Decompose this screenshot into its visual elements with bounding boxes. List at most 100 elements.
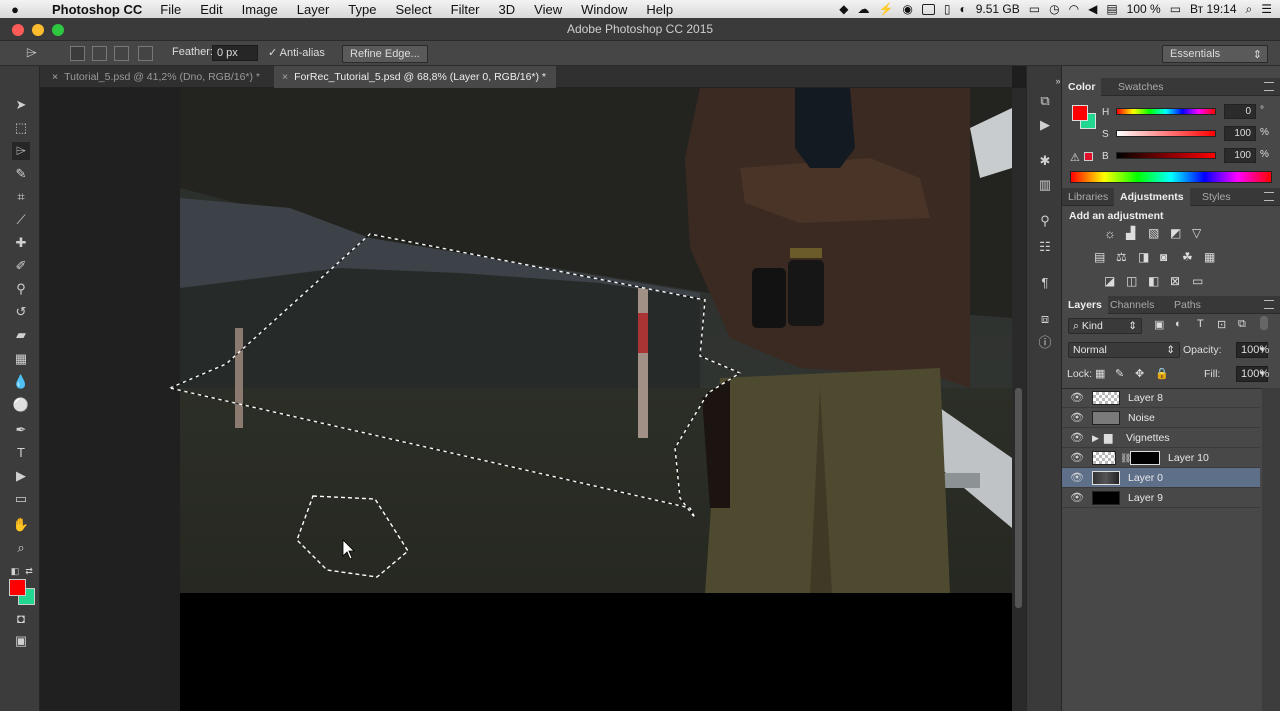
battery-icon[interactable]: ▭	[1170, 2, 1181, 16]
channel-mixer-icon[interactable]: ☘	[1182, 250, 1193, 264]
curves-icon[interactable]: ▧	[1148, 226, 1159, 240]
timemachine-icon[interactable]: ◷	[1049, 2, 1059, 16]
brush-presets-icon[interactable]: ✱	[1036, 152, 1054, 170]
dodge-tool-icon[interactable]: ⚪	[12, 396, 30, 414]
tab-channels[interactable]: Channels	[1104, 296, 1160, 314]
panel-menu-icon[interactable]	[1264, 192, 1274, 201]
layer-comps-icon[interactable]: ⧈	[1036, 310, 1054, 328]
gamut-warning-icon[interactable]: ⚠	[1070, 151, 1080, 164]
record-icon[interactable]: ◉	[902, 2, 912, 16]
type-tool-icon[interactable]: T	[12, 444, 30, 462]
hand-tool-icon[interactable]: ✋	[12, 516, 30, 534]
apple-menu-icon[interactable]: ●	[0, 2, 30, 17]
eraser-tool-icon[interactable]: ▰	[12, 326, 30, 344]
color-spectrum-ramp[interactable]	[1070, 171, 1272, 183]
selective-color-icon[interactable]: ⊠	[1170, 274, 1180, 288]
vibrance-icon[interactable]: ▽	[1192, 226, 1201, 240]
tab-document-2[interactable]: × ForRec_Tutorial_5.psd @ 68,8% (Layer 0,…	[274, 66, 556, 88]
lock-transparent-icon[interactable]: ▦	[1095, 367, 1105, 380]
opacity-chevron-icon[interactable]: ▾	[1260, 344, 1265, 355]
visibility-eye-icon[interactable]: 👁	[1070, 428, 1084, 448]
menu-filter[interactable]: Filter	[451, 2, 480, 17]
layer-row-noise[interactable]: 👁 Noise	[1062, 408, 1260, 428]
blur-tool-icon[interactable]: 💧	[12, 373, 30, 391]
levels-icon[interactable]: ▟	[1126, 226, 1135, 240]
swap-colors-icon[interactable]: ⇄	[20, 562, 38, 580]
menu-3d[interactable]: 3D	[499, 2, 516, 17]
filter-smart-object-icon[interactable]: ⧉	[1238, 318, 1246, 331]
notifications-icon[interactable]: ☰	[1261, 2, 1272, 16]
actions-panel-icon[interactable]: ▶	[1036, 116, 1054, 134]
expand-group-icon[interactable]: ▶	[1092, 428, 1099, 448]
visibility-eye-icon[interactable]: 👁	[1070, 408, 1084, 428]
exposure-icon[interactable]: ◩	[1170, 226, 1181, 240]
menu-edit[interactable]: Edit	[200, 2, 222, 17]
history-brush-tool-icon[interactable]: ↺	[12, 303, 30, 321]
menu-select[interactable]: Select	[395, 2, 431, 17]
menu-help[interactable]: Help	[646, 2, 673, 17]
rectangle-tool-icon[interactable]: ▭	[12, 490, 30, 508]
lock-position-icon[interactable]: ✥	[1135, 367, 1144, 380]
app-menu[interactable]: Photoshop CC	[52, 2, 142, 17]
screen-icon[interactable]	[921, 3, 935, 15]
scroll-thumb[interactable]	[1015, 388, 1022, 608]
pen-tool-icon[interactable]: ✒	[12, 421, 30, 439]
posterize-icon[interactable]: ◫	[1126, 274, 1137, 288]
gradient-tool-icon[interactable]: ▦	[12, 350, 30, 368]
hue-saturation-icon[interactable]: ▤	[1094, 250, 1105, 264]
refine-edge-button[interactable]: Refine Edge...	[342, 45, 428, 63]
dropbox-icon[interactable]: ◆	[839, 2, 848, 16]
close-tab-icon[interactable]: ×	[52, 71, 58, 83]
brush-tool-icon[interactable]: ✐	[12, 257, 30, 275]
bolt-icon[interactable]: ⚡	[878, 2, 893, 16]
minimize-window-button[interactable]	[32, 24, 44, 36]
storage-readout[interactable]: 9.51 GB	[976, 2, 1020, 16]
panel-menu-icon[interactable]	[1264, 82, 1274, 91]
tab-adjustments[interactable]: Adjustments	[1114, 188, 1190, 206]
document-canvas[interactable]	[40, 88, 1012, 711]
filter-adjustment-icon[interactable]: ◐	[1175, 318, 1182, 330]
screen-mode-icon[interactable]: ▣	[12, 632, 30, 650]
filter-toggle[interactable]	[1260, 316, 1268, 330]
color-fg-swatch[interactable]	[1072, 105, 1088, 121]
eye-icon[interactable]: ◐	[959, 2, 966, 16]
saturation-value[interactable]: 100	[1224, 126, 1256, 141]
antialias-checkbox[interactable]: ✓ Anti-alias	[268, 46, 325, 59]
visibility-eye-icon[interactable]: 👁	[1070, 388, 1084, 408]
info-panel-icon[interactable]: ⓘ	[1036, 334, 1054, 352]
canvas-image[interactable]	[40, 88, 1012, 711]
intersect-selection-icon[interactable]	[138, 46, 153, 61]
layers-scrollbar[interactable]	[1262, 388, 1280, 711]
zoom-window-button[interactable]	[52, 24, 64, 36]
lasso-tool-icon[interactable]: ⌲	[12, 142, 30, 160]
layer-row-layer-10[interactable]: 👁 ⛓ Layer 10	[1062, 448, 1260, 468]
zoom-tool-icon[interactable]: ⌕	[12, 539, 30, 557]
brightness-slider[interactable]	[1116, 152, 1216, 159]
layer-row-layer-0[interactable]: 👁 Layer 0	[1062, 468, 1260, 488]
tab-paths[interactable]: Paths	[1168, 296, 1207, 314]
new-selection-icon[interactable]	[70, 46, 85, 61]
tab-color[interactable]: Color	[1062, 78, 1102, 96]
close-window-button[interactable]	[12, 24, 24, 36]
brightness-contrast-icon[interactable]: ☼	[1104, 226, 1116, 241]
saturation-slider[interactable]	[1116, 130, 1216, 137]
add-selection-icon[interactable]	[92, 46, 107, 61]
history-panel-icon[interactable]: ⧉	[1036, 92, 1054, 110]
filter-shape-icon[interactable]: ⊡	[1217, 318, 1226, 331]
phone-icon[interactable]: ▯	[944, 2, 951, 16]
gradient-map-icon[interactable]: ▭	[1192, 274, 1203, 288]
tab-styles[interactable]: Styles	[1196, 188, 1237, 206]
canvas-vertical-scrollbar[interactable]	[1012, 88, 1026, 711]
quick-selection-tool-icon[interactable]: ✎	[12, 165, 30, 183]
clone-stamp-tool-icon[interactable]: ⚲	[12, 280, 30, 298]
polygonal-lasso-tool-icon[interactable]: ⌲	[26, 44, 37, 61]
eyedropper-tool-icon[interactable]: ⟋	[12, 211, 30, 229]
black-white-icon[interactable]: ◨	[1138, 250, 1149, 264]
threshold-icon[interactable]: ◧	[1148, 274, 1159, 288]
airplay-icon[interactable]: ▭	[1029, 2, 1040, 16]
visibility-eye-icon[interactable]: 👁	[1070, 488, 1084, 508]
cloud-icon[interactable]: ☁	[857, 2, 869, 16]
lock-all-icon[interactable]: 🔒	[1155, 367, 1169, 380]
properties-panel-icon[interactable]: ☷	[1036, 238, 1054, 256]
gamut-swatch[interactable]	[1084, 152, 1093, 161]
